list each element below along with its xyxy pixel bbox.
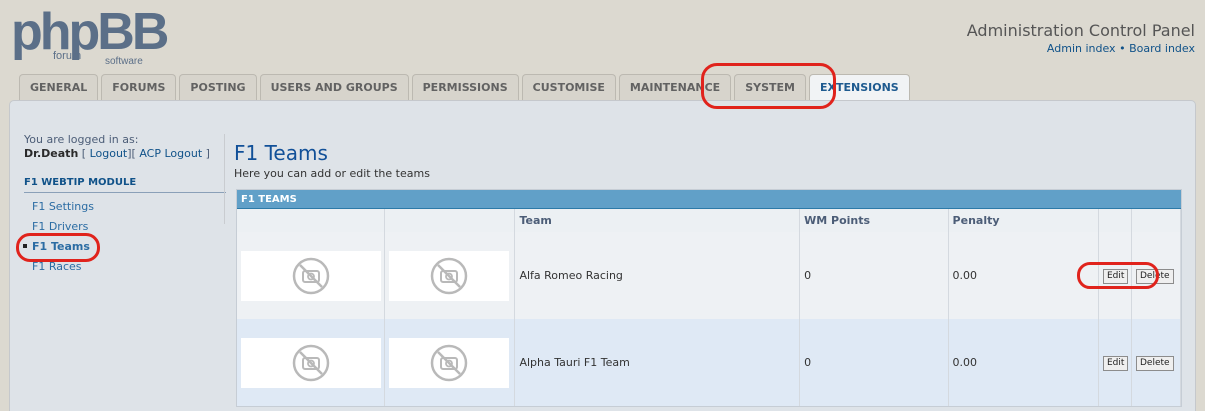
menu-item-f1-settings[interactable]: F1 Settings [24, 197, 226, 217]
wm-points: 0 [799, 232, 949, 319]
link-separator: • [1119, 42, 1126, 55]
tab-customise[interactable]: CUSTOMISE [521, 74, 616, 100]
column-header-team: Team [514, 209, 801, 232]
logo-text: phpBB [11, 3, 169, 61]
delete-button[interactable]: Delete [1135, 355, 1174, 371]
bracket-mid: ][ [127, 147, 136, 160]
image-placeholder [241, 337, 381, 388]
team-logo-cell [237, 319, 386, 406]
tab-posting[interactable]: POSTING [179, 74, 257, 100]
tab-general[interactable]: GENERAL [19, 74, 99, 100]
image-placeholder [389, 337, 510, 388]
team-name: Alpha Tauri F1 Team [514, 319, 801, 406]
tab-users-and-groups[interactable]: USERS AND GROUPS [259, 74, 409, 100]
column-header-wm-points: WM Points [799, 209, 949, 232]
content-area: F1 Teams Here you can add or edit the te… [234, 141, 1184, 407]
bracket-open: [ [81, 147, 87, 160]
table-row: Alfa Romeo Racing 0 0.00 Edit Delete [237, 232, 1182, 319]
column-header-actions [1098, 209, 1132, 232]
username: Dr.Death [24, 147, 79, 160]
annotation-extensions-tab [701, 63, 836, 109]
image-placeholder [389, 250, 510, 301]
board-index-link[interactable]: Board index [1129, 42, 1195, 55]
header-links: Admin index • Board index [1047, 42, 1195, 55]
edit-cell: Edit [1098, 319, 1132, 406]
image-placeholder [241, 250, 381, 301]
no-image-icon [431, 344, 468, 381]
team-logo-cell [237, 232, 386, 319]
team-name: Alfa Romeo Racing [514, 232, 801, 319]
bracket-close: ] [205, 147, 210, 160]
penalty: 0.00 [948, 232, 1100, 319]
phpbb-logo[interactable]: phpBB forum software [11, 6, 181, 68]
sidebar-divider [224, 134, 225, 224]
page-description: Here you can add or edit the teams [234, 167, 430, 180]
annotation-edit-button [1077, 262, 1159, 289]
edit-button[interactable]: Edit [1103, 355, 1129, 371]
tab-forums[interactable]: FORUMS [101, 74, 177, 100]
no-image-icon [292, 257, 330, 294]
no-image-icon [292, 344, 330, 381]
annotation-f1-teams [16, 233, 100, 262]
logo-subtext: forum [53, 50, 82, 62]
team-car-cell [384, 232, 516, 319]
no-image-icon [431, 257, 468, 294]
module-title: F1 WEBTIP MODULE [24, 177, 226, 193]
column-header-actions-2 [1131, 209, 1182, 232]
column-header-image-2 [384, 209, 516, 232]
main-panel: You are logged in as: Dr.Death [ Logout]… [9, 100, 1196, 411]
admin-index-link[interactable]: Admin index [1047, 42, 1116, 55]
acp-title: Administration Control Panel [966, 21, 1195, 40]
logged-in-label: You are logged in as: [24, 133, 139, 146]
table-row: Alpha Tauri F1 Team 0 0.00 Edit Delete [237, 319, 1182, 406]
column-header-penalty: Penalty [948, 209, 1100, 232]
team-car-cell [384, 319, 516, 406]
column-header-image-1 [237, 209, 386, 232]
wm-points: 0 [799, 319, 949, 406]
penalty: 0.00 [948, 319, 1100, 406]
login-line: Dr.Death [ Logout][ ACP Logout ] [24, 147, 226, 161]
acp-logout-link[interactable]: ACP Logout [139, 147, 202, 160]
table-header-row: Team WM Points Penalty [237, 209, 1182, 232]
delete-cell: Delete [1131, 319, 1182, 406]
teams-table: F1 TEAMS Team WM Points Penalty Alfa Rom… [236, 189, 1182, 407]
logout-link[interactable]: Logout [90, 147, 128, 160]
table-caption: F1 TEAMS [237, 190, 1181, 209]
page-title: F1 Teams [234, 141, 328, 165]
tab-permissions[interactable]: PERMISSIONS [411, 74, 519, 100]
logo-subtext-2: software [105, 56, 143, 67]
